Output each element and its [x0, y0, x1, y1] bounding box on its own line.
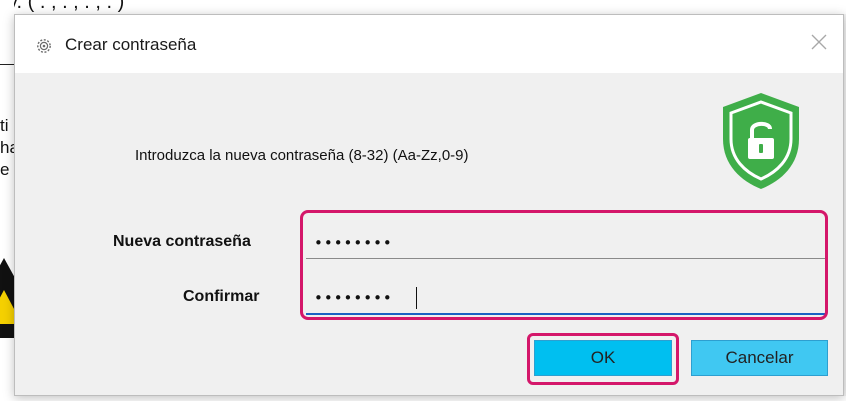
background-window-left: ti ha e [0, 0, 14, 401]
dialog-title: Crear contraseña [65, 35, 197, 54]
ok-button[interactable]: OK [534, 340, 672, 376]
background-text-fragment: ti [0, 116, 9, 135]
text-caret [416, 287, 417, 309]
close-icon [811, 34, 827, 50]
background-window-bottom [0, 396, 846, 401]
gear-icon [35, 37, 53, 55]
shield-unlock-icon [723, 93, 799, 189]
background-text-fragment: ha [0, 138, 14, 157]
confirm-password-input[interactable] [306, 283, 826, 315]
new-password-input[interactable] [306, 227, 826, 259]
background-window-top: y. ( . , . , . , . ) [0, 0, 846, 14]
background-divider [0, 64, 14, 65]
new-password-label: Nueva contraseña [113, 233, 251, 250]
instruction-text: Introduzca la nueva contraseña (8-32) (A… [135, 147, 469, 164]
create-password-dialog: Crear contraseña Introduzca la nueva con… [14, 14, 844, 396]
background-text-fragment: e [0, 160, 10, 179]
background-text: y. ( . , . , . , . ) [8, 0, 125, 13]
close-button[interactable] [797, 15, 843, 73]
cancel-button[interactable]: Cancelar [691, 340, 828, 376]
confirm-password-label: Confirmar [183, 288, 260, 305]
dialog-titlebar: Crear contraseña [15, 15, 843, 73]
